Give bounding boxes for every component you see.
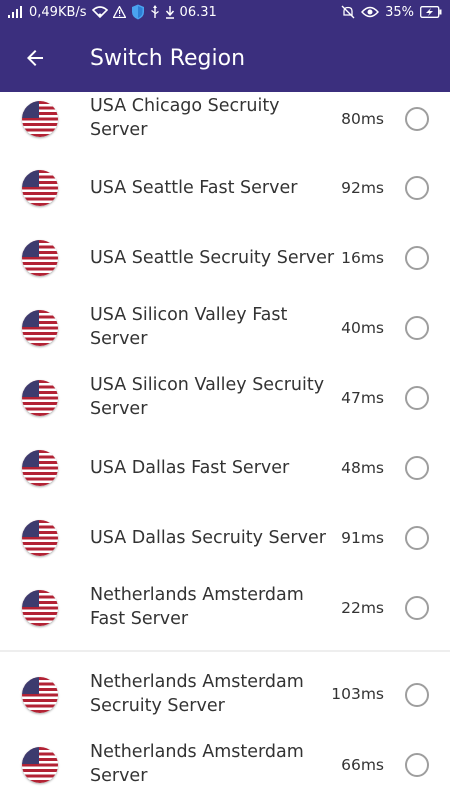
server-latency: 47ms [341,389,384,407]
clock: 06.31 [179,4,217,20]
server-row[interactable]: Netherlands Amsterdam Fast Server 22ms [0,573,450,643]
us-flag-icon [22,747,58,783]
server-row[interactable]: USA Dallas Secruity Server 91ms [0,503,450,573]
us-flag-icon [22,101,58,137]
us-flag-icon [22,380,58,416]
server-name: USA Silicon Valley Secruity Server [90,375,325,419]
server-latency: 40ms [341,319,384,337]
vpn-shield-icon [131,4,144,20]
server-radio[interactable] [405,246,429,270]
eye-icon [361,6,380,18]
server-latency: 16ms [341,249,384,267]
network-speed: 0,49KB/s [29,4,87,20]
warning-icon [112,6,126,18]
server-name: USA Dallas Fast Server [90,458,290,478]
us-flag-icon [22,240,58,276]
page-title: Switch Region [90,45,246,71]
us-flag-icon [22,677,58,713]
server-name: USA Seattle Fast Server [90,178,298,198]
server-name: Netherlands Amsterdam Server [90,742,304,786]
app-bar: Switch Region [0,24,450,92]
server-row[interactable]: USA Silicon Valley Fast Server 40ms [0,293,450,363]
server-latency: 48ms [341,459,384,477]
us-flag-icon [22,170,58,206]
server-name: Netherlands Amsterdam Fast Server [90,585,304,629]
us-flag-icon [22,590,58,626]
server-radio[interactable] [405,683,429,707]
server-row[interactable]: Netherlands Amsterdam Server 66ms [0,730,450,800]
wifi-icon [91,6,108,18]
signal-icon [8,6,22,18]
server-radio[interactable] [405,386,429,410]
server-radio[interactable] [405,316,429,340]
server-radio[interactable] [405,753,429,777]
usb-icon [150,5,159,18]
server-row[interactable]: USA Seattle Fast Server 92ms [0,153,450,223]
battery-percentage: 35% [385,4,414,20]
server-list[interactable]: USA Chicago Secruity Server 80ms USA Sea… [0,92,450,800]
server-latency: 91ms [341,529,384,547]
us-flag-icon [22,310,58,346]
server-latency: 22ms [341,599,384,617]
server-latency: 103ms [331,685,384,703]
notification-muted-icon [341,5,355,19]
server-name: Netherlands Amsterdam Secruity Server [90,672,304,716]
server-name: USA Chicago Secruity Server [90,96,280,140]
server-radio[interactable] [405,526,429,550]
server-latency: 66ms [341,756,384,774]
download-icon [165,5,174,19]
back-button[interactable] [13,36,57,80]
server-row[interactable]: USA Chicago Secruity Server 80ms [0,92,450,154]
battery-charging-icon [420,6,442,18]
arrow-left-icon [27,50,43,66]
server-row[interactable]: USA Silicon Valley Secruity Server 47ms [0,363,450,433]
server-radio[interactable] [405,107,429,131]
server-name: USA Dallas Secruity Server [90,528,326,548]
server-row[interactable]: USA Dallas Fast Server 48ms [0,433,450,503]
server-radio[interactable] [405,176,429,200]
server-name: USA Seattle Secruity Server [90,248,335,268]
server-row[interactable]: USA Seattle Secruity Server 16ms [0,223,450,293]
server-name: USA Silicon Valley Fast Server [90,305,288,349]
us-flag-icon [22,450,58,486]
server-radio[interactable] [405,596,429,620]
server-latency: 80ms [341,110,384,128]
us-flag-icon [22,520,58,556]
status-bar: 0,49KB/s 06.31 35% [0,0,450,24]
server-row[interactable]: Netherlands Amsterdam Secruity Server 10… [0,660,450,730]
server-radio[interactable] [405,456,429,480]
list-divider [0,650,450,652]
server-latency: 92ms [341,179,384,197]
